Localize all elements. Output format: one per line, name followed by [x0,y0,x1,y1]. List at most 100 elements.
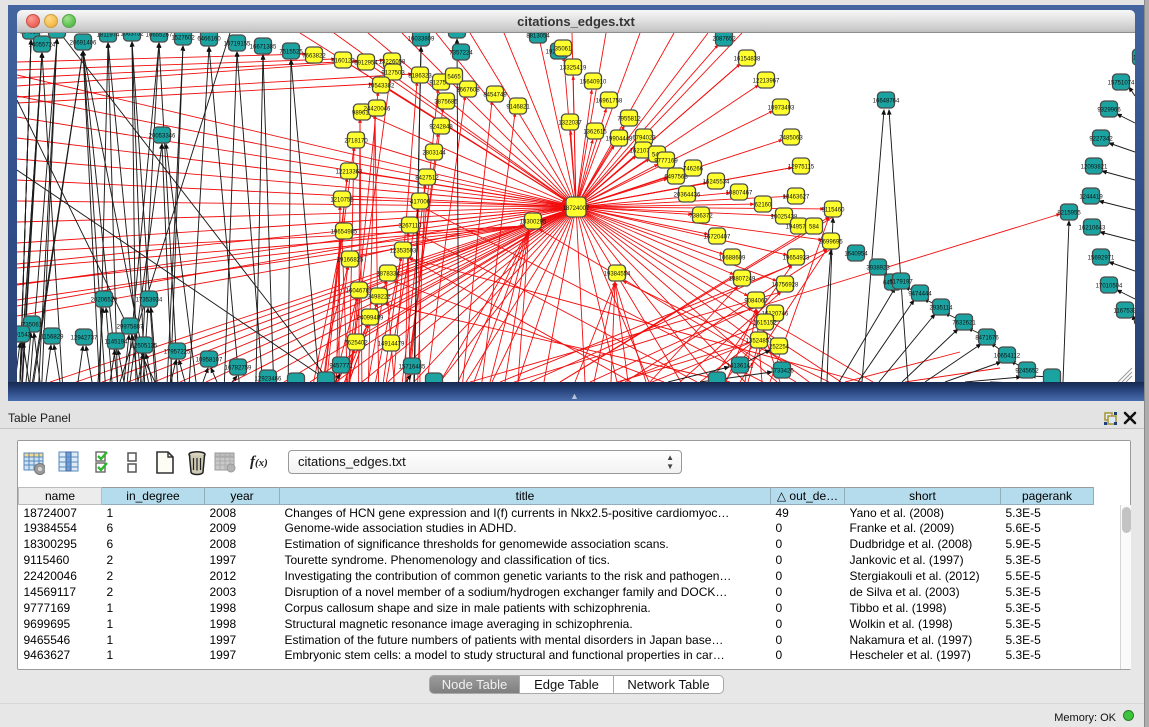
svg-text:2935114: 2935114 [930,306,954,312]
svg-text:10688609: 10688609 [719,256,746,262]
svg-text:12975115: 12975115 [788,165,815,171]
svg-text:8186323: 8186323 [408,74,432,80]
svg-text:3938923: 3938923 [866,266,890,272]
svg-text:9457771: 9457771 [329,364,353,370]
svg-text:11122: 11122 [1133,56,1135,62]
svg-text:16782759: 16782759 [225,366,252,372]
svg-text:10654112: 10654112 [994,354,1021,360]
svg-text:16961758: 16961758 [596,99,623,105]
svg-text:7955812: 7955812 [617,117,641,123]
svg-text:1861074: 1861074 [445,33,469,35]
svg-text:2718170: 2718170 [344,139,368,145]
svg-text:16720407: 16720407 [704,235,731,241]
svg-text:9115460: 9115460 [822,208,846,214]
svg-text:9146821: 9146821 [506,105,530,111]
svg-text:7386372: 7386372 [689,214,713,220]
svg-text:15751074: 15751074 [1108,81,1135,87]
svg-text:14055724: 14055724 [29,43,56,49]
svg-text:18807249: 18807249 [729,277,756,283]
svg-text:8427512: 8427512 [415,176,439,182]
svg-text:1640954: 1640954 [844,252,868,258]
svg-text:391543: 391543 [17,333,32,339]
svg-text:9474444: 9474444 [908,292,932,298]
svg-text:13325419: 13325419 [560,66,587,72]
svg-text:62160: 62160 [755,203,772,209]
svg-text:584: 584 [809,225,820,231]
svg-text:252254: 252254 [769,345,790,351]
svg-text:1733426: 1733426 [770,369,794,375]
svg-text:10543382: 10543382 [368,84,395,90]
svg-text:2803144: 2803144 [422,151,446,157]
svg-text:1362615: 1362615 [583,130,607,136]
svg-text:29975887: 29975887 [117,325,144,331]
svg-text:6497568: 6497568 [664,175,688,181]
svg-text:19166825: 19166825 [337,258,364,264]
svg-text:12213363: 12213363 [336,170,363,176]
svg-text:7625402: 7625402 [344,341,368,347]
svg-text:1145194: 1145194 [105,340,129,346]
svg-text:10973493: 10973493 [768,106,795,112]
svg-text:1244419: 1244419 [1079,195,1103,201]
svg-text:12942737: 12942737 [71,336,98,342]
svg-text:19654923: 19654923 [783,256,810,262]
svg-text:17957225: 17957225 [164,350,191,356]
svg-text:746266: 746266 [683,167,704,173]
svg-text:5465: 5465 [447,75,461,81]
svg-text:9127503: 9127503 [381,71,405,77]
svg-text:1063752: 1063752 [120,33,144,38]
svg-text:9646134: 9646134 [19,33,43,36]
svg-text:9245652: 9245652 [1015,369,1039,375]
svg-text:9084067: 9084067 [744,299,768,305]
svg-text:19904448: 19904448 [606,137,633,143]
svg-text:1615152: 1615152 [753,321,777,327]
svg-text:16245534: 16245534 [703,180,730,186]
svg-text:2667608: 2667608 [456,88,480,94]
svg-text:8912954: 8912954 [354,61,378,67]
svg-text:18300295: 18300295 [520,220,547,226]
svg-text:9242848: 9242848 [429,125,453,131]
svg-text:16210643: 16210643 [1079,226,1106,232]
svg-text:15640910: 15640910 [580,80,607,86]
svg-text:2087652: 2087652 [712,37,736,43]
svg-text:1527602: 1527602 [171,36,195,42]
svg-text:10655267: 10655267 [146,33,173,39]
svg-text:20364436: 20364436 [674,193,701,199]
svg-text:12093821: 12093821 [1081,165,1108,171]
svg-text:3875685: 3875685 [434,100,458,106]
svg-text:16648764: 16648764 [873,99,900,105]
svg-text:19384554: 19384554 [604,272,631,278]
svg-text:9160123: 9160123 [331,59,355,65]
svg-text:3267110: 3267110 [399,224,423,230]
svg-text:18463627: 18463627 [783,195,810,201]
svg-text:3498222: 3498222 [367,295,391,301]
svg-text:35061: 35061 [555,47,572,53]
svg-text:1811974: 1811974 [97,33,121,39]
svg-text:17353934: 17353934 [136,298,163,304]
svg-text:16671385: 16671385 [250,45,277,51]
svg-text:6179197: 6179197 [889,280,913,286]
svg-text:14136141: 14136141 [727,364,754,370]
svg-text:8471676: 8471676 [975,336,999,342]
svg-text:10719155: 10719155 [224,42,251,48]
svg-text:9777169: 9777169 [654,159,678,165]
svg-text:8813054: 8813054 [526,34,550,40]
svg-text:10756928: 10756928 [772,283,799,289]
svg-text:1156829: 1156829 [41,335,65,341]
svg-text:12923466: 12923466 [255,377,282,383]
svg-text:12213967: 12213967 [753,79,780,85]
svg-text:16154838: 16154838 [734,57,761,63]
svg-text:6466160: 6466160 [197,37,221,43]
svg-text:9329966: 9329966 [1097,108,1121,114]
svg-text:9699695: 9699695 [819,240,843,246]
svg-text:12505135: 12505135 [131,344,158,350]
svg-text:15716485: 15716485 [399,365,426,371]
svg-text:24099489: 24099489 [357,316,384,322]
svg-text:8215955: 8215955 [1057,211,1081,217]
svg-text:17010504: 17010504 [1096,284,1123,290]
svg-text:1167533: 1167533 [1114,309,1135,315]
svg-text:417006: 417006 [410,200,431,206]
svg-text:7663822: 7663822 [302,54,326,60]
svg-text:15692971: 15692971 [1088,256,1115,262]
svg-text:7485063: 7485063 [779,136,803,142]
svg-text:3878334: 3878334 [376,272,400,278]
